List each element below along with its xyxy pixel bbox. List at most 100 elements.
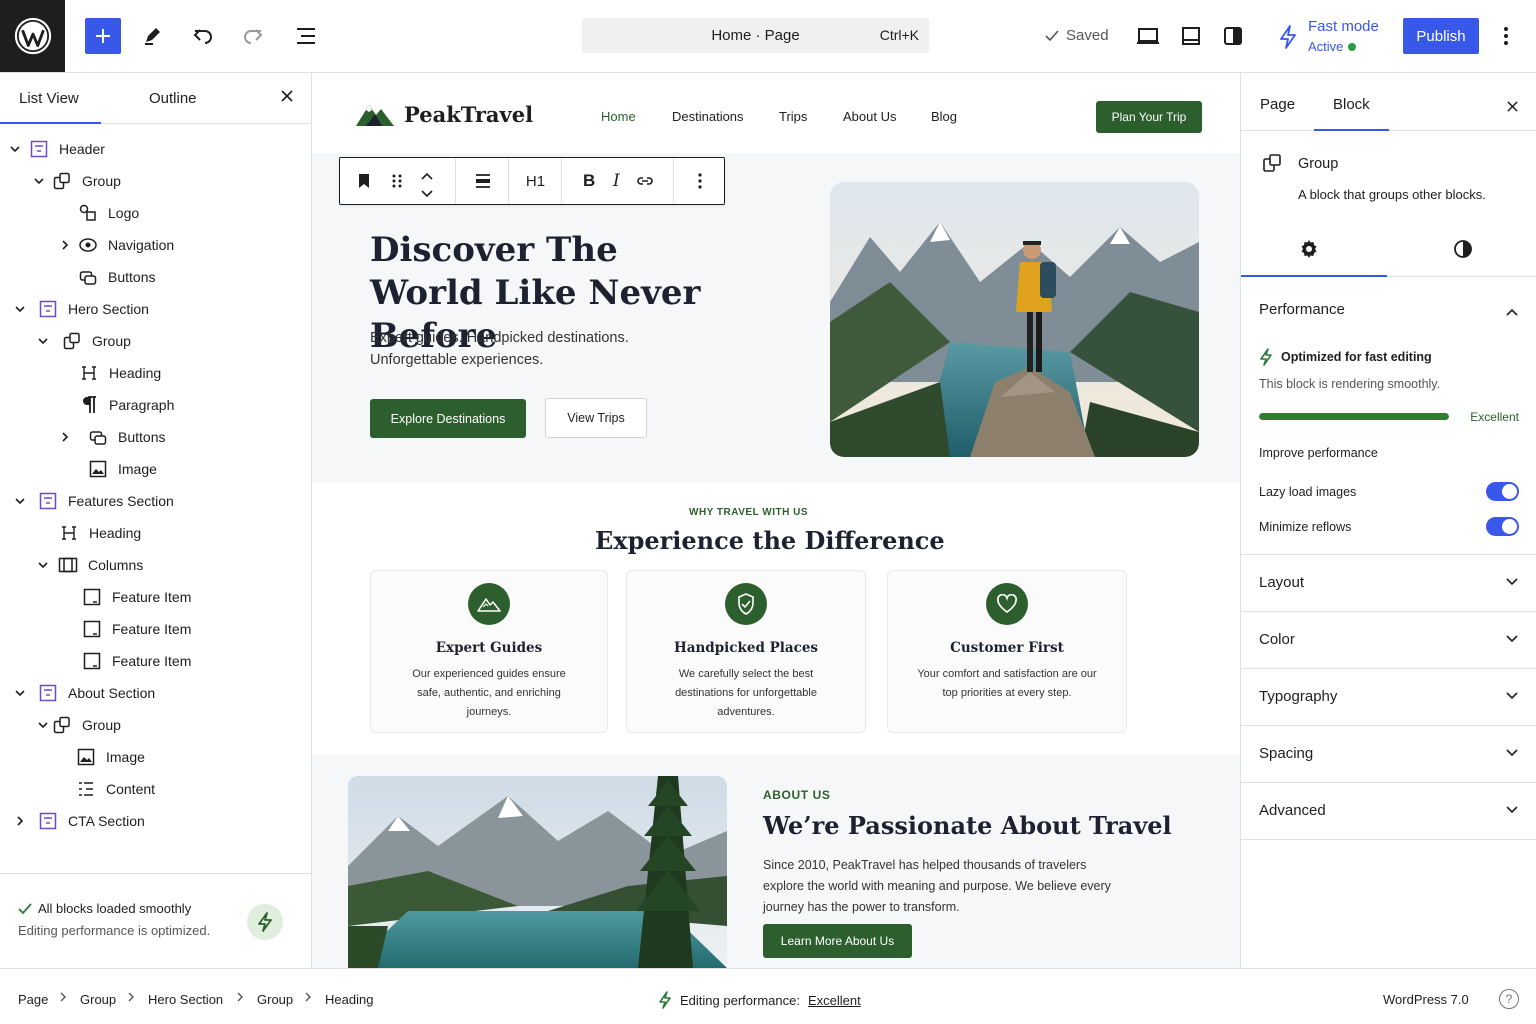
list-view-item-content[interactable]: Content	[0, 775, 311, 803]
tab-page[interactable]: Page	[1260, 96, 1295, 113]
undo-button[interactable]	[191, 24, 215, 48]
list-view-item-buttons[interactable]: Buttons	[0, 263, 311, 291]
breadcrumb-item[interactable]: Page	[18, 992, 48, 1007]
list-view-item-cta-section[interactable]: CTA Section	[0, 807, 311, 835]
about-paragraph[interactable]: Since 2010, PeakTravel has helped thousa…	[763, 855, 1113, 918]
chevron-down-icon[interactable]	[9, 143, 21, 155]
chevron-right-icon[interactable]	[59, 239, 71, 251]
options-button[interactable]	[1496, 24, 1516, 48]
list-view-item-group[interactable]: Group	[0, 167, 311, 195]
document-overview-button[interactable]	[294, 24, 318, 48]
panel-section-spacing[interactable]: Spacing	[1241, 726, 1536, 783]
link-icon[interactable]	[637, 174, 653, 192]
list-view-item-buttons[interactable]: Buttons	[0, 423, 311, 451]
site-logo[interactable]: PeakTravel	[356, 101, 533, 127]
list-view-item-image[interactable]: Image	[0, 455, 311, 483]
move-down-icon[interactable]	[421, 185, 433, 203]
bookmark-icon[interactable]	[358, 173, 370, 194]
move-up-icon[interactable]	[421, 167, 433, 185]
about-image[interactable]	[348, 776, 727, 968]
list-view-item-feature-item[interactable]: Feature Item	[0, 615, 311, 643]
chevron-down-icon[interactable]	[14, 495, 26, 507]
block-options-button[interactable]	[675, 158, 725, 204]
list-view-item-feature-item[interactable]: Feature Item	[0, 647, 311, 675]
breadcrumb-item[interactable]: Group	[80, 992, 116, 1007]
heading-level-button[interactable]: H1	[510, 158, 562, 204]
learn-more-button[interactable]: Learn More About Us	[763, 924, 912, 958]
site-header[interactable]: PeakTravel Home Destinations Trips About…	[312, 73, 1240, 153]
list-view-item-heading[interactable]: Heading	[0, 519, 311, 547]
italic-button[interactable]: I	[613, 171, 620, 191]
publish-button[interactable]: Publish	[1403, 18, 1479, 54]
add-block-button[interactable]	[85, 18, 121, 54]
about-heading[interactable]: We’re Passionate About Travel	[763, 811, 1172, 840]
nav-link-about-us[interactable]: About Us	[843, 109, 896, 124]
drag-handle-icon[interactable]	[391, 173, 403, 194]
list-view-item-logo[interactable]: Logo	[0, 199, 311, 227]
hero-image[interactable]	[830, 182, 1199, 457]
list-view-item-group[interactable]: Group	[0, 327, 311, 355]
nav-link-blog[interactable]: Blog	[931, 109, 957, 124]
breadcrumb-item[interactable]: Heading	[325, 992, 373, 1007]
plan-your-trip-button[interactable]: Plan Your Trip	[1096, 101, 1202, 133]
tab-block[interactable]: Block	[1314, 96, 1389, 131]
list-view-item-feature-item[interactable]: Feature Item	[0, 583, 311, 611]
chevron-right-icon[interactable]	[59, 431, 71, 443]
wordpress-logo[interactable]	[0, 0, 65, 72]
feature-card-expert-guides[interactable]: Expert Guides Our experienced guides ens…	[370, 570, 608, 733]
tab-settings[interactable]	[1241, 233, 1387, 277]
edit-tool-button[interactable]	[140, 24, 164, 48]
chevron-down-icon[interactable]	[14, 687, 26, 699]
list-view-item-image[interactable]: Image	[0, 743, 311, 771]
chevron-down-icon[interactable]	[37, 719, 49, 731]
view-trips-button[interactable]: View Trips	[545, 398, 647, 438]
hero-paragraph[interactable]: Expert guides. Handpicked destinations. …	[370, 327, 670, 371]
chevron-down-icon[interactable]	[37, 335, 49, 347]
performance-title[interactable]: Performance	[1259, 301, 1345, 318]
breadcrumb-item[interactable]: Hero Section	[148, 992, 223, 1007]
list-view-item-columns[interactable]: Columns	[0, 551, 311, 579]
chevron-right-icon[interactable]	[14, 815, 26, 827]
list-view-item-heading[interactable]: Heading	[0, 359, 311, 387]
chevron-down-icon[interactable]	[14, 303, 26, 315]
explore-destinations-button[interactable]: Explore Destinations	[370, 399, 526, 438]
list-view-item-navigation[interactable]: Navigation	[0, 231, 311, 259]
nav-link-home[interactable]: Home	[601, 109, 636, 124]
performance-link[interactable]: Excellent	[808, 993, 861, 1008]
lazy-load-toggle[interactable]	[1486, 482, 1519, 501]
list-view-item-header[interactable]: Header	[0, 135, 311, 163]
bold-button[interactable]: B	[583, 171, 595, 191]
nav-link-trips[interactable]: Trips	[779, 109, 807, 124]
chevron-up-icon[interactable]	[1506, 303, 1518, 321]
list-view-item-paragraph[interactable]: Paragraph	[0, 391, 311, 419]
chevron-down-icon[interactable]	[33, 175, 45, 187]
desktop-preview-button[interactable]	[1136, 24, 1160, 48]
styles-button[interactable]	[1221, 24, 1245, 48]
close-icon[interactable]	[1506, 97, 1519, 118]
panel-section-color[interactable]: Color	[1241, 612, 1536, 669]
panel-section-layout[interactable]: Layout	[1241, 555, 1536, 612]
about-section[interactable]: ABOUT US We’re Passionate About Travel S…	[312, 755, 1240, 968]
tab-styles[interactable]	[1389, 233, 1536, 277]
breadcrumb-item[interactable]: Group	[257, 992, 293, 1007]
align-button[interactable]	[457, 158, 509, 204]
chevron-down-icon[interactable]	[37, 559, 49, 571]
list-view-item-hero-section[interactable]: Hero Section	[0, 295, 311, 323]
panel-section-advanced[interactable]: Advanced	[1241, 783, 1536, 840]
features-section[interactable]: WHY TRAVEL WITH US Experience the Differ…	[312, 483, 1240, 755]
nav-link-destinations[interactable]: Destinations	[672, 109, 744, 124]
feature-card-handpicked-places[interactable]: Handpicked Places We carefully select th…	[626, 570, 866, 733]
redo-button[interactable]	[241, 24, 265, 48]
tablet-preview-button[interactable]	[1179, 24, 1203, 48]
command-palette-button[interactable]: Home · Page Ctrl+K	[582, 18, 929, 53]
tab-outline[interactable]: Outline	[149, 90, 197, 107]
features-heading[interactable]: Experience the Difference	[595, 526, 945, 555]
list-view-item-group[interactable]: Group	[0, 711, 311, 739]
list-view-item-features-section[interactable]: Features Section	[0, 487, 311, 515]
help-icon[interactable]: ?	[1499, 989, 1519, 1009]
feature-card-customer-first[interactable]: Customer First Your comfort and satisfac…	[887, 570, 1127, 733]
panel-section-typography[interactable]: Typography	[1241, 669, 1536, 726]
list-view-item-about-section[interactable]: About Section	[0, 679, 311, 707]
minimize-reflows-toggle[interactable]	[1486, 517, 1519, 536]
tab-list-view[interactable]: List View	[0, 90, 101, 124]
